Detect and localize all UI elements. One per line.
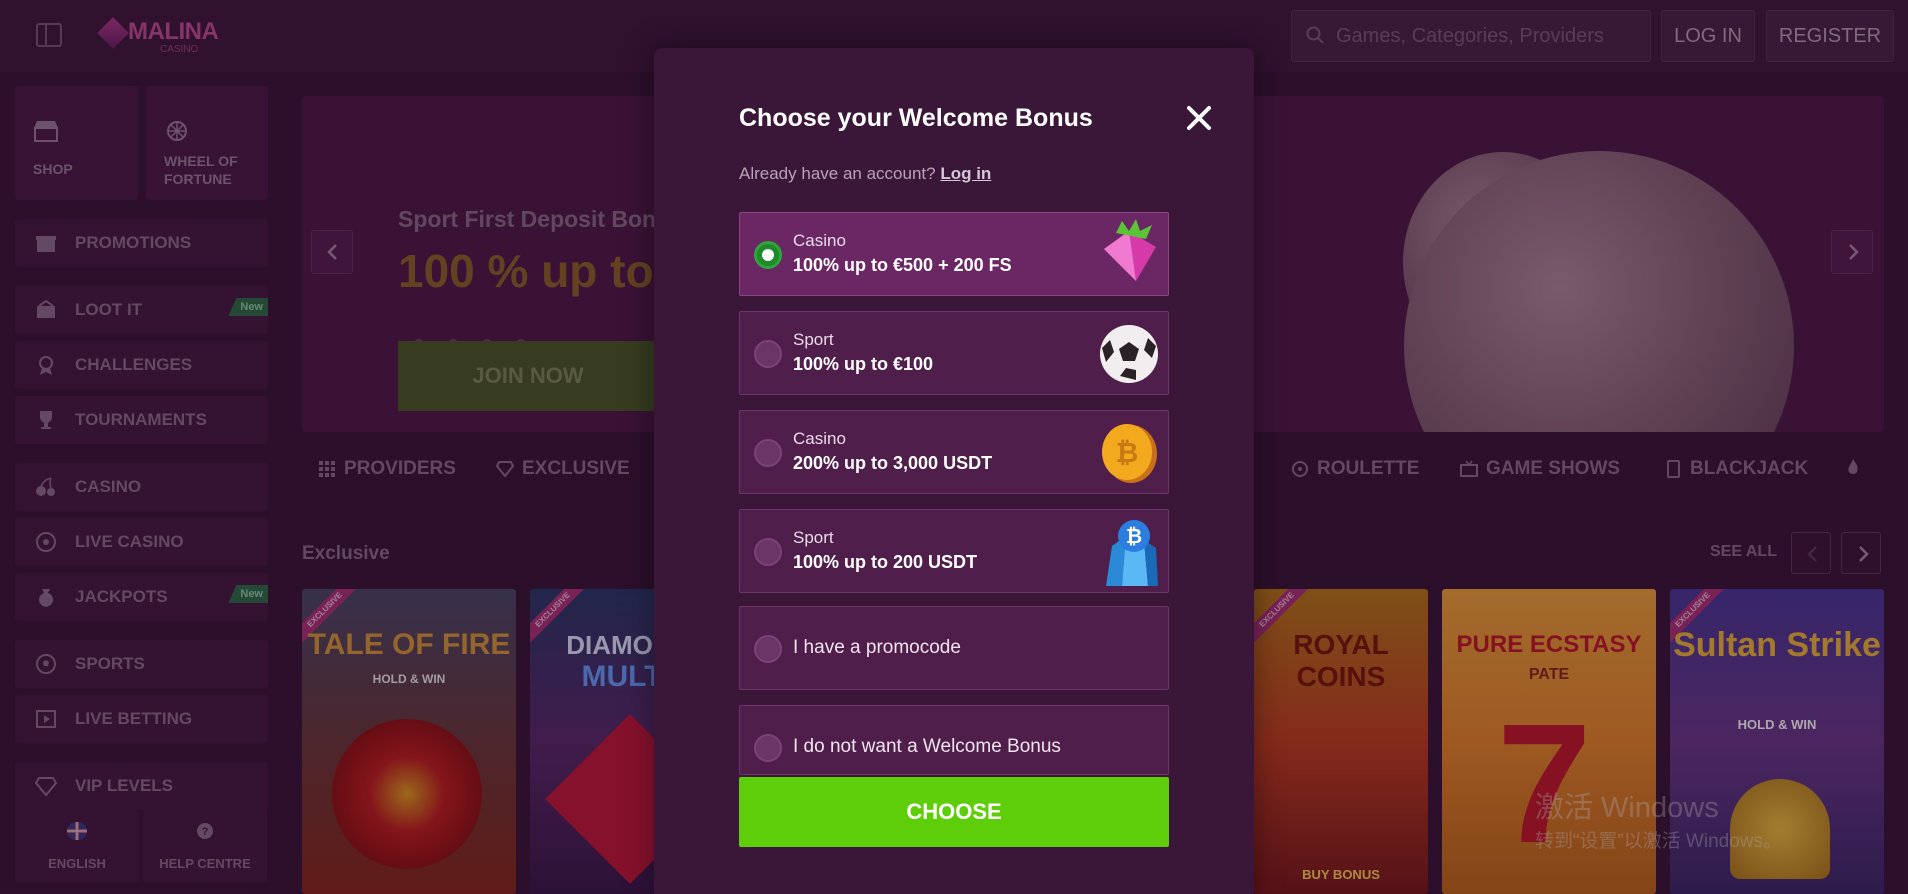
close-icon[interactable]	[1186, 105, 1212, 131]
radio-button[interactable]	[754, 439, 782, 467]
gem-icon	[1104, 219, 1156, 281]
bonus-offer: 100% up to 200 USDT	[793, 552, 978, 572]
football-icon	[1100, 325, 1158, 383]
bonus-offer: 100% up to €100	[793, 354, 934, 374]
bonus-offer: 200% up to 3,000 USDT	[793, 453, 993, 473]
bonus-option-no-bonus[interactable]: I do not want a Welcome Bonus	[739, 705, 1169, 775]
svg-text:₿: ₿	[1126, 524, 1142, 548]
bonus-kind: Sport	[793, 330, 834, 349]
bonus-option-promocode[interactable]: I have a promocode	[739, 606, 1169, 690]
bonus-kind: Sport	[793, 528, 834, 547]
radio-button[interactable]	[754, 538, 782, 566]
radio-button[interactable]	[754, 241, 782, 269]
bonus-offer: 100% up to €500 + 200 FS	[793, 255, 1012, 275]
bonus-option-casino-usdt[interactable]: Casino 200% up to 3,000 USDT ₿	[739, 410, 1169, 494]
radio-button[interactable]	[754, 340, 782, 368]
bonus-option-label: I do not want a Welcome Bonus	[793, 736, 1061, 757]
bitcoin-crystal-icon: ₿	[1106, 520, 1158, 586]
bonus-option-label: I have a promocode	[793, 637, 961, 658]
account-prompt: Already have an account? Log in	[739, 164, 991, 184]
bonus-option-sport-usdt[interactable]: Sport 100% up to 200 USDT ₿	[739, 509, 1169, 593]
bonus-option-sport-eur[interactable]: Sport 100% up to €100	[739, 311, 1169, 395]
radio-button[interactable]	[754, 635, 782, 663]
radio-button[interactable]	[754, 734, 782, 762]
login-link[interactable]: Log in	[940, 164, 991, 183]
bitcoin-coin-icon: ₿	[1102, 424, 1157, 483]
account-prompt-text: Already have an account?	[739, 164, 936, 183]
bonus-kind: Casino	[793, 429, 846, 448]
modal-title: Choose your Welcome Bonus	[739, 104, 1093, 132]
svg-text:₿: ₿	[1116, 436, 1139, 469]
bonus-option-casino-eur[interactable]: Casino 100% up to €500 + 200 FS	[739, 212, 1169, 296]
welcome-bonus-modal: Choose your Welcome Bonus Already have a…	[654, 48, 1254, 894]
choose-button[interactable]: CHOOSE	[739, 777, 1169, 847]
bonus-kind: Casino	[793, 231, 846, 250]
